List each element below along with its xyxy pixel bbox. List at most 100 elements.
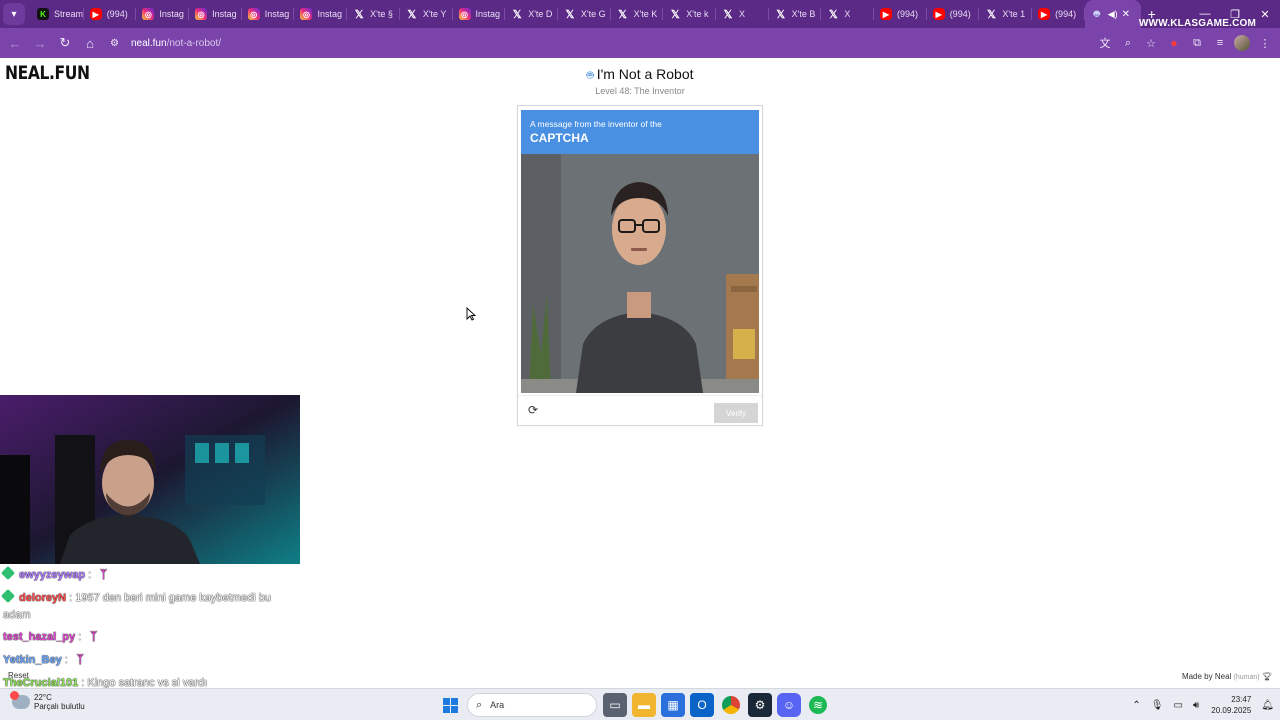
browser-tab[interactable]: 𝕏 X'te § [347,0,400,28]
spotify-icon[interactable]: ≋ [809,696,827,714]
browser-tab[interactable]: ▶ (994) [1032,0,1085,28]
browser-tab-strip: ▾ K Stream ▶ (994) ◎ Instag ◎ Instag ◎ Instag ◎ Ins… [0,0,1280,29]
browser-tab[interactable]: 𝕏 X'te G [558,0,611,28]
browser-tab[interactable]: 𝕏 X'te B [769,0,822,28]
instagram-icon: ◎ [247,8,260,20]
back-button[interactable]: ← [3,31,27,55]
x-icon: 𝕏 [407,8,417,21]
arrow-left-icon: ← [8,35,22,51]
browser-tab[interactable]: ▶ (994) [84,0,137,28]
chat-username: Yetkin_Bey [3,654,62,666]
extensions-puzzle-icon[interactable]: ⧉ [1186,32,1208,54]
display-icon[interactable]: ▭ [1173,700,1182,711]
home-icon: ⌂ [86,35,94,51]
browser-tab[interactable]: ◎ Instag [189,0,242,28]
verify-button[interactable]: Verify [714,403,758,423]
browser-tab[interactable]: ◎ Instag [136,0,189,28]
made-by-credit[interactable]: Made by Neal (human) 🏆︎ [1182,672,1272,681]
browser-tab[interactable]: ▶ (994) [927,0,980,28]
taskbar-search[interactable]: ⌕ Ara [467,693,597,717]
browser-tab[interactable]: 𝕏X [716,0,769,28]
browser-tab[interactable]: K Stream [31,0,84,28]
microphone-icon[interactable]: 🎙︎ [1151,700,1164,711]
notification-icon[interactable]: 🔔︎ [1261,700,1274,711]
browser-tab-label: X [844,9,851,19]
instagram-icon: ◎ [142,8,155,20]
browser-tab[interactable]: ◎ Instag [294,0,347,28]
robot-icon: 🤖︎ [1093,9,1100,20]
x-icon: 𝕏 [565,8,575,21]
steam-icon[interactable]: ⚙ [748,693,772,717]
inventor-video[interactable] [521,154,759,393]
browser-tab[interactable]: 𝕏 X'te K [611,0,664,28]
zoom-icon[interactable]: ⌕ [1117,32,1139,54]
windows-start-button[interactable] [438,693,462,717]
browser-tab[interactable]: 𝕏 X'te 1 [979,0,1032,28]
outlook-icon[interactable]: O [690,693,714,717]
tab-active-neal[interactable]: 🤖︎ ◀) ✕ [1084,0,1141,28]
x-icon: 𝕏 [986,8,996,21]
weather-temp: 22°C [34,693,52,702]
x-icon: 𝕏 [670,8,680,21]
more-menu-icon[interactable]: ⋮ [1254,32,1276,54]
browser-tab-label: X'te D [528,9,553,19]
browser-tab[interactable]: ◎ Instag [242,0,295,28]
system-tray: ⌃ 🎙︎ ▭ 🔊︎ 23:47 20.09.2025 🔔︎ [1122,693,1274,717]
tray-overflow-icon[interactable]: ⌃ [1132,700,1140,711]
speaker-icon[interactable]: ◀) [1108,9,1118,20]
chat-message: test_hazal_py : ᛉ [3,631,97,643]
captcha-reload-icon[interactable]: ⟳ [526,403,540,417]
media-controls-icon[interactable]: ≡ [1209,32,1231,54]
instagram-icon: ◎ [195,8,208,20]
volume-icon[interactable]: 🔊︎ [1193,700,1199,711]
x-icon: 𝕏 [354,8,364,21]
taskbar-clock[interactable]: 23:47 20.09.2025 [1211,694,1251,716]
file-explorer-icon[interactable]: ▬ [632,693,656,717]
bookmark-star-icon[interactable]: ☆ [1140,32,1162,54]
browser-tab[interactable]: 𝕏 X'te D [505,0,558,28]
browser-tab-label: (994) [106,9,128,19]
close-tab-icon[interactable]: ✕ [1122,9,1130,20]
browser-tab-label: X'te Y [422,9,447,19]
chat-text: 1957 den beri mini game kaybetmedi bu [75,592,271,604]
extension-record-icon[interactable]: ● [1163,32,1185,54]
reload-button[interactable]: ↻ [53,31,77,55]
task-view-icon[interactable]: ▭ [603,693,627,717]
chat-message: adam [3,609,31,621]
browser-tab[interactable]: 𝕏X [821,0,874,28]
site-info-icon[interactable]: ⚙ [110,38,119,49]
instagram-icon: ◎ [300,8,313,20]
tab-search-button[interactable]: ▾ [3,3,25,25]
chat-message: deloreyN : 1957 den beri mini game kaybe… [0,588,271,604]
forward-button[interactable]: → [28,31,52,55]
clock-date: 20.09.2025 [1211,706,1252,715]
profile-avatar[interactable] [1234,35,1250,51]
captcha-widget: A message from the inventor of the CAPTC… [517,105,763,426]
browser-tab[interactable]: ◎ Instag [453,0,506,28]
instagram-icon: ◎ [458,8,471,20]
browser-tab-label: X'te B [791,9,816,19]
url-host: neal.fun [130,37,167,49]
browser-tab[interactable]: ▶ (994) [874,0,927,28]
chat-username: ewyyzeywap [19,569,86,581]
stream-chat: ewyyzeywap : ᛉ deloreyN : 1957 den beri … [0,565,300,689]
chat-username: deloreyN [19,592,67,604]
chrome-icon[interactable] [722,696,740,714]
url-text[interactable]: neal.fun/not-a-robot/ [131,38,221,49]
robot-icon: 🤖︎ [586,68,594,82]
home-button[interactable]: ⌂ [78,31,102,55]
browser-tab-label: (994) [949,9,971,19]
translate-icon[interactable]: 文 [1094,32,1116,54]
weather-cloud-icon [10,691,30,709]
chevron-down-icon: ▾ [11,8,17,20]
browser-tab[interactable]: 𝕏 X'te k [663,0,716,28]
microsoft-store-icon[interactable]: ▦ [661,693,685,717]
reset-link[interactable]: Reset [8,671,29,680]
address-bar[interactable]: ⚙ neal.fun/not-a-robot/ [104,31,1140,55]
video-frame-illustration [521,154,759,393]
browser-tab[interactable]: 𝕏 X'te Y [400,0,453,28]
weather-widget[interactable]: 22°C Parçalı bulutlu [10,691,85,711]
tab-list: K Stream ▶ (994) ◎ Instag ◎ Instag ◎ Instag ◎ Insta… [31,0,1085,28]
windows-logo-icon [442,697,458,713]
discord-icon[interactable]: ☺ [777,693,801,717]
